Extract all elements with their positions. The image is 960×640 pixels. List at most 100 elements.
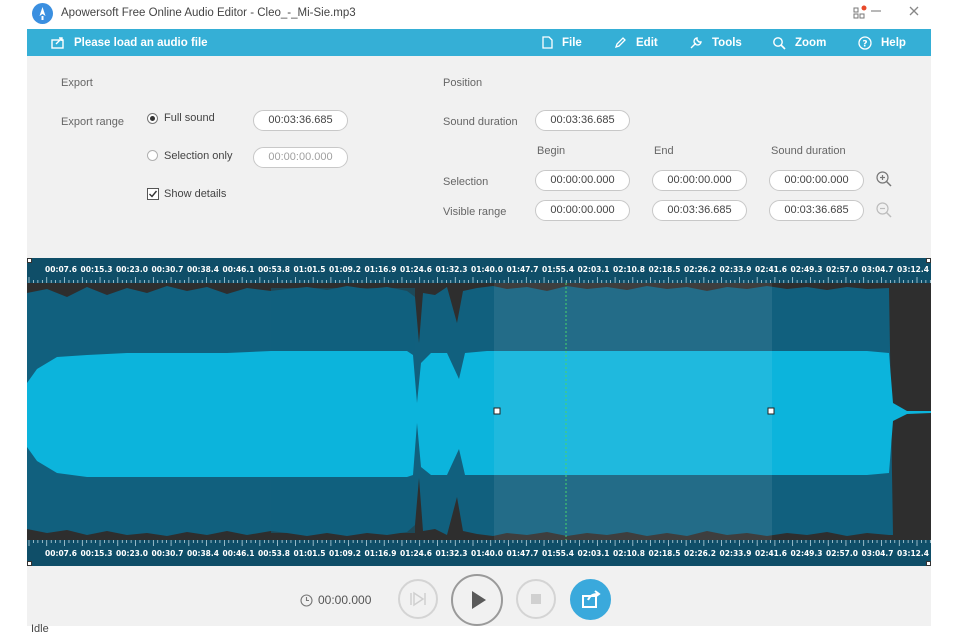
waveform[interactable] [27,283,931,540]
sound-duration-label: Sound duration [443,116,518,128]
timeline-tick-label: 02:26.2 [684,549,716,558]
selection-region[interactable] [494,283,772,540]
begin-column-header: Begin [537,145,566,157]
export-heading: Export [61,77,93,89]
timeline-tick-label: 02:49.3 [790,265,823,274]
play-selection-button[interactable] [398,579,438,619]
stop-icon [531,594,541,604]
selection-duration-field[interactable]: 00:00:00.000 [769,170,864,191]
play-icon [472,591,486,609]
playback-controls: 00:00.000 [27,566,931,626]
visible-begin-field[interactable]: 00:00:00.000 [535,200,630,221]
timeline-tick-label: 03:04.7 [861,265,894,274]
corner-handle-top-left[interactable] [27,258,32,263]
waveform-quiet-lower [271,477,415,533]
timeline-tick-label: 01:32.3 [435,265,468,274]
toolbar: Please load an audio file File Edit Tool… [27,29,931,56]
ruler-ticks-bottom [28,540,931,546]
title-bar: Apowersoft Free Online Audio Editor - Cl… [0,0,960,28]
timeline-tick-label: 01:55.4 [542,265,574,274]
help-icon: ? [858,36,872,50]
position-heading: Position [443,77,483,89]
show-details-checkbox[interactable] [147,188,159,200]
selection-only-field: 00:00:00.000 [253,147,348,168]
magnifier-icon [773,37,786,50]
timeline-ruler-bottom: 00:07.6 00:15.3 00:23.0 00:30.7 00:38.4 00:46… [27,540,931,562]
timeline-tick-label: 00:30.7 [151,549,184,558]
timeline-tick-label: 02:49.3 [790,549,823,558]
timeline-tick-label: 00:38.4 [187,549,219,558]
timeline-tick-label: 02:18.5 [648,549,681,558]
timeline-tick-label: 01:32.3 [435,549,468,558]
file-icon [542,36,553,49]
timeline-tick-label: 01:16.9 [364,265,397,274]
visible-range-label: Visible range [443,206,507,218]
full-sound-radio[interactable] [147,113,158,124]
export-share-button[interactable] [570,579,611,620]
timeline-tick-label: 02:10.8 [613,549,645,558]
timeline-tick-label: 01:55.4 [542,549,574,558]
selection-end-field[interactable]: 00:00:00.000 [652,170,747,191]
timeline-tick-label: 00:53.8 [258,549,290,558]
load-audio-button[interactable]: Please load an audio file [51,36,208,49]
full-sound-field: 00:03:36.685 [253,110,348,131]
timeline-tick-label: 02:57.0 [826,549,858,558]
playback-time: 00:00.000 [300,593,371,607]
minimize-button[interactable] [866,4,886,24]
window-title: Apowersoft Free Online Audio Editor - Cl… [61,7,356,19]
menu-zoom[interactable]: Zoom [772,36,826,50]
timeline-tick-label: 02:26.2 [684,265,716,274]
zoom-out-icon[interactable] [875,201,893,219]
timeline-tick-label: 01:01.5 [293,265,326,274]
timeline-tick-label: 00:07.6 [45,265,77,274]
menu-file-label: File [562,36,582,49]
timeline-tick-label: 01:24.6 [400,549,432,558]
timeline-tick-label: 01:16.9 [364,549,397,558]
wrench-icon [690,37,702,49]
visible-duration-field[interactable]: 00:03:36.685 [769,200,864,221]
timeline-tick-label: 01:47.7 [506,549,539,558]
selection-start-handle[interactable] [493,407,501,415]
selection-begin-field[interactable]: 00:00:00.000 [535,170,630,191]
timeline-tick-label: 02:41.6 [755,265,787,274]
waveform-body [27,351,931,477]
visible-end-field[interactable]: 00:03:36.685 [652,200,747,221]
timeline-tick-label: 00:46.1 [222,549,255,558]
zoom-in-icon[interactable] [875,170,893,188]
timeline-tick-label: 02:33.9 [719,265,752,274]
timeline-tick-label: 00:53.8 [258,265,290,274]
menu-help[interactable]: ? Help [858,36,906,50]
timeline-tick-label: 00:30.7 [151,265,184,274]
timeline-tick-label: 02:33.9 [719,549,752,558]
selection-only-radio[interactable] [147,150,158,161]
menu-help-label: Help [881,37,906,49]
timeline-tick-label: 01:40.0 [471,549,503,558]
playback-time-value: 00:00.000 [318,593,372,607]
export-range-label: Export range [61,116,124,128]
show-details-label: Show details [164,188,227,200]
pencil-icon [614,37,626,49]
timeline-tick-label: 02:10.8 [613,265,645,274]
waveform-canvas[interactable] [27,283,931,540]
menu-tools-label: Tools [712,37,742,49]
selection-end-handle[interactable] [767,407,775,415]
timeline-tick-label: 01:24.6 [400,265,432,274]
menu-file[interactable]: File [542,36,582,49]
settings-panel: Export Export range Full sound 00:03:36.… [27,56,931,258]
timeline-tick-label: 01:47.7 [506,265,539,274]
play-selection-icon [410,591,426,607]
stop-button[interactable] [516,579,556,619]
timeline-ruler-top: 00:07.6 00:15.3 00:23.0 00:30.7 00:38.4 00:46… [27,261,931,283]
menu-tools[interactable]: Tools [689,36,742,50]
selection-only-label: Selection only [164,150,233,162]
play-button[interactable] [451,574,503,626]
load-audio-label: Please load an audio file [74,36,208,49]
close-button[interactable] [904,4,924,24]
sound-duration-field: 00:03:36.685 [535,110,630,131]
timeline-tick-label: 00:46.1 [222,265,255,274]
menu-edit[interactable]: Edit [614,36,658,49]
timeline-tick-label: 00:38.4 [187,265,219,274]
waveform-editor[interactable]: 00:07.6 00:15.3 00:23.0 00:30.7 00:38.4 00:46… [27,258,931,566]
corner-handle-top-right[interactable] [926,258,931,263]
timeline-tick-label: 01:40.0 [471,265,503,274]
